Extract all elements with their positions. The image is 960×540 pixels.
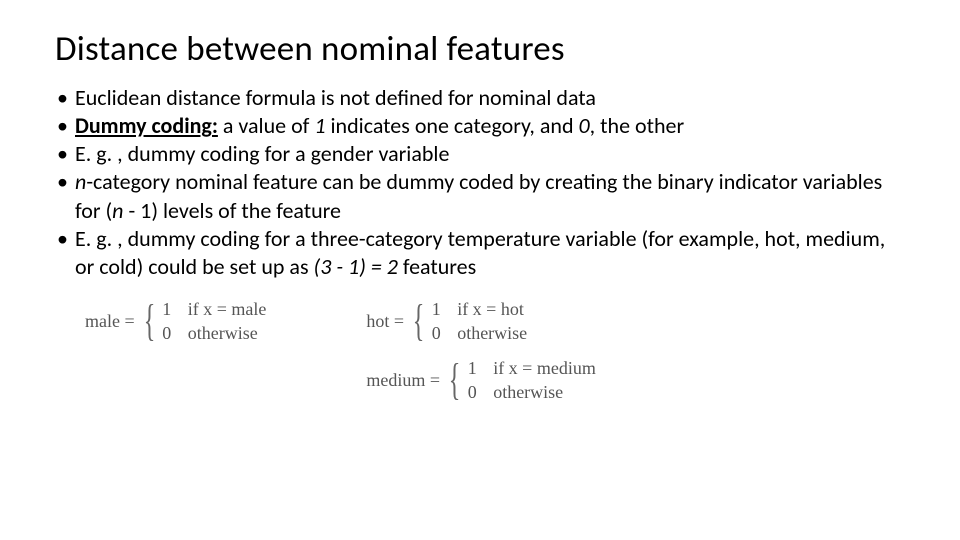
var-n: n — [75, 168, 86, 195]
formula-cases: 1 if x = medium 0 otherwise — [465, 358, 596, 403]
formula-case: 0 otherwise — [465, 382, 596, 404]
formula-col-left: male = { 1 if x = male 0 otherwise — [85, 299, 266, 403]
bullet-list: Euclidean distance formula is not define… — [55, 84, 905, 281]
formula-cases: 1 if x = male 0 otherwise — [160, 299, 267, 344]
bullet-item: Dummy coding: a value of 1 indicates one… — [55, 112, 905, 140]
case-value: 0 — [465, 382, 479, 404]
var-n: n — [112, 197, 123, 224]
case-cond: if x = hot — [457, 299, 524, 321]
bullet-item: Euclidean distance formula is not define… — [55, 84, 905, 112]
case-cond: otherwise — [493, 382, 563, 404]
formula-case: 1 if x = hot — [429, 299, 527, 321]
case-value: 1 — [465, 358, 479, 380]
formula-area: male = { 1 if x = male 0 otherwise hot = {… — [55, 299, 905, 403]
case-cond: otherwise — [188, 323, 258, 345]
case-value: 0 — [429, 323, 443, 345]
formula-hot: hot = { 1 if x = hot 0 otherwise — [366, 299, 595, 344]
formula-lhs: male = — [85, 311, 135, 332]
expr: (3 - 1) = 2 — [314, 253, 398, 280]
text: , the other — [590, 112, 684, 139]
case-cond: if x = medium — [493, 358, 596, 380]
formula-case: 0 otherwise — [429, 323, 527, 345]
value-zero: 0 — [579, 112, 590, 139]
formula-case: 1 if x = medium — [465, 358, 596, 380]
formula-case: 1 if x = male — [160, 299, 267, 321]
bullet-item: n-category nominal feature can be dummy … — [55, 168, 905, 224]
bullet-item: E. g. , dummy coding for a gender variab… — [55, 140, 905, 168]
text: indicates one category, and — [326, 112, 579, 139]
formula-lhs: medium = — [366, 370, 440, 391]
slide-title: Distance between nominal features — [55, 28, 905, 70]
text: E. g. , dummy coding for a three-categor… — [75, 225, 885, 280]
brace-icon: { — [413, 299, 425, 344]
text: a value of — [218, 112, 314, 139]
formula-male: male = { 1 if x = male 0 otherwise — [85, 299, 266, 344]
value-one: 1 — [314, 112, 325, 139]
text: features — [398, 253, 476, 280]
text: - 1) levels of the feature — [123, 197, 341, 224]
brace-icon: { — [449, 358, 461, 403]
case-cond: if x = male — [188, 299, 267, 321]
bullet-item: E. g. , dummy coding for a three-categor… — [55, 225, 905, 281]
case-value: 0 — [160, 323, 174, 345]
brace-icon: { — [143, 299, 155, 344]
formula-cases: 1 if x = hot 0 otherwise — [429, 299, 527, 344]
formula-case: 0 otherwise — [160, 323, 267, 345]
case-value: 1 — [429, 299, 443, 321]
formula-lhs: hot = — [366, 311, 404, 332]
formula-medium: medium = { 1 if x = medium 0 otherwise — [366, 358, 595, 403]
case-value: 1 — [160, 299, 174, 321]
case-cond: otherwise — [457, 323, 527, 345]
formula-col-right: hot = { 1 if x = hot 0 otherwise medium = … — [366, 299, 595, 403]
term-dummy-coding: Dummy coding: — [75, 112, 218, 139]
